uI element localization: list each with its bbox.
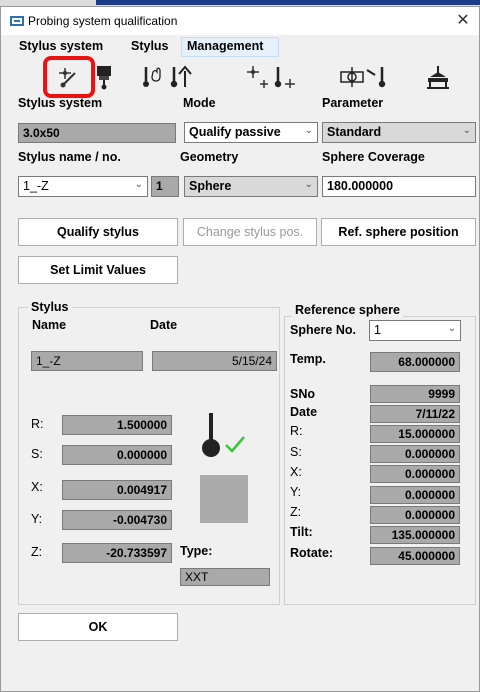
sphere-date-label: Date [290,405,318,419]
stylus-x-label: X: [31,480,43,494]
parameter-select[interactable]: Standard ⌄ [322,122,476,143]
sphere-coverage-input[interactable]: 180.000000 [322,176,476,197]
menu-stylus[interactable]: Stylus [131,39,169,53]
mode-select[interactable]: Qualify passive ⌄ [184,122,318,143]
set-limit-values-button[interactable]: Set Limit Values [18,256,178,284]
app-icon [10,16,24,26]
geometry-value: Sphere [189,179,232,193]
stylus-system-label: Stylus system [18,96,103,110]
stylus-y-label: Y: [31,512,43,526]
stylus-plus-button[interactable] [270,63,298,91]
stylus-name-col-label: Name [32,318,67,332]
probe-plus-button[interactable] [244,63,272,91]
sphere-y-label: Y: [290,485,302,499]
sphere-coverage-label: Sphere Coverage [322,150,425,164]
reference-sphere-icon [340,67,364,87]
parameter-value: Standard [327,125,382,139]
stylus-z-label: Z: [31,545,43,559]
tilt-field: 135.000000 [370,526,460,544]
manual-probe-icon [143,67,161,87]
stylus-type-label: Type: [180,544,213,558]
tilt-label: Tilt: [290,525,313,539]
manual-probe-button[interactable] [140,63,168,91]
stylus-name-label: Stylus name / no. [18,150,121,164]
sphere-r-field: 15.000000 [370,425,460,443]
sphere-s-label: S: [290,445,302,459]
stylus-name-select[interactable]: 1_-Z ⌄ [18,176,148,197]
stylus-r-label: R: [31,417,44,431]
angled-stylus-icon [366,67,386,88]
rotate-label: Rotate: [290,546,334,560]
sphere-z-field: 0.000000 [370,506,460,524]
close-button[interactable]: ✕ [452,11,474,31]
parameter-label: Parameter [322,96,384,110]
ok-button[interactable]: OK [18,613,178,641]
chevron-down-icon: ⌄ [462,125,471,136]
stylus-y-field: -0.004730 [62,510,172,530]
stylus-name-value-field: 1_-Z [31,351,143,371]
stylus-date-col-label: Date [150,318,178,332]
reference-sphere-title: Reference sphere [292,303,403,317]
stylus-system-field[interactable]: 3.0x50 [18,123,176,143]
temp-field: 68.000000 [370,352,460,372]
geometry-select[interactable]: Sphere ⌄ [184,176,318,197]
reference-sphere-button[interactable] [338,63,366,91]
stylus-group-title: Stylus [28,300,72,314]
chevron-down-icon: ⌄ [447,323,456,334]
menu-stylus-system[interactable]: Stylus system [19,39,103,53]
change-stylus-pos-button[interactable]: Change stylus pos. [183,218,317,246]
qualify-stylus-action-button[interactable]: Qualify stylus [18,218,178,246]
stylus-type-field: XXT [180,568,270,586]
stylus-r-field: 1.500000 [62,415,172,435]
geometry-label: Geometry [180,150,239,164]
stylus-x-field: 0.004917 [62,480,172,500]
probe-arrow-button[interactable] [166,63,194,91]
stylus-plus-icon [274,67,295,88]
sphere-x-label: X: [290,465,302,479]
menu-management[interactable]: Management [187,39,263,53]
stylus-s-label: S: [31,447,43,461]
chevron-down-icon: ⌄ [304,179,313,190]
stylus-z-field: -20.733597 [62,543,172,563]
stylus-preview-swatch [200,475,248,523]
window-title: Probing system qualification [28,14,178,28]
background-window-titlebar [96,0,480,5]
temp-label: Temp. [290,352,326,366]
sphere-r-label: R: [290,424,303,438]
chevron-down-icon: ⌄ [304,125,313,136]
stylus-name-value: 1_-Z [23,179,49,193]
sphere-s-field: 0.000000 [370,445,460,463]
table-probe-button[interactable] [424,63,452,91]
toolbar-highlight-annotation [43,56,95,98]
sphere-z-label: Z: [290,505,302,519]
ref-sphere-position-button[interactable]: Ref. sphere position [321,218,476,246]
table-probe-icon [427,66,449,89]
sphere-no-select[interactable]: 1 ⌄ [369,320,461,341]
sphere-x-field: 0.000000 [370,465,460,483]
rotate-field: 45.000000 [370,547,460,565]
probe-plus-icon [247,66,268,88]
stylus-date-value-field: 5/15/24 [152,351,277,371]
chevron-down-icon: ⌄ [134,179,143,190]
sphere-no-label: Sphere No. [290,323,356,337]
stylus-qualified-icon [202,413,245,457]
sphere-date-field: 7/11/22 [370,405,460,423]
stylus-number-field[interactable]: 1 [151,176,179,197]
sno-label: SNo [290,387,315,401]
sphere-y-field: 0.000000 [370,486,460,504]
stylus-s-field: 0.000000 [62,445,172,465]
sno-field: 9999 [370,385,460,403]
mode-label: Mode [183,96,216,110]
sphere-no-value: 1 [374,323,381,337]
angled-stylus-button[interactable] [364,63,392,91]
mode-value: Qualify passive [189,125,281,139]
probe-arrow-icon [170,65,192,88]
